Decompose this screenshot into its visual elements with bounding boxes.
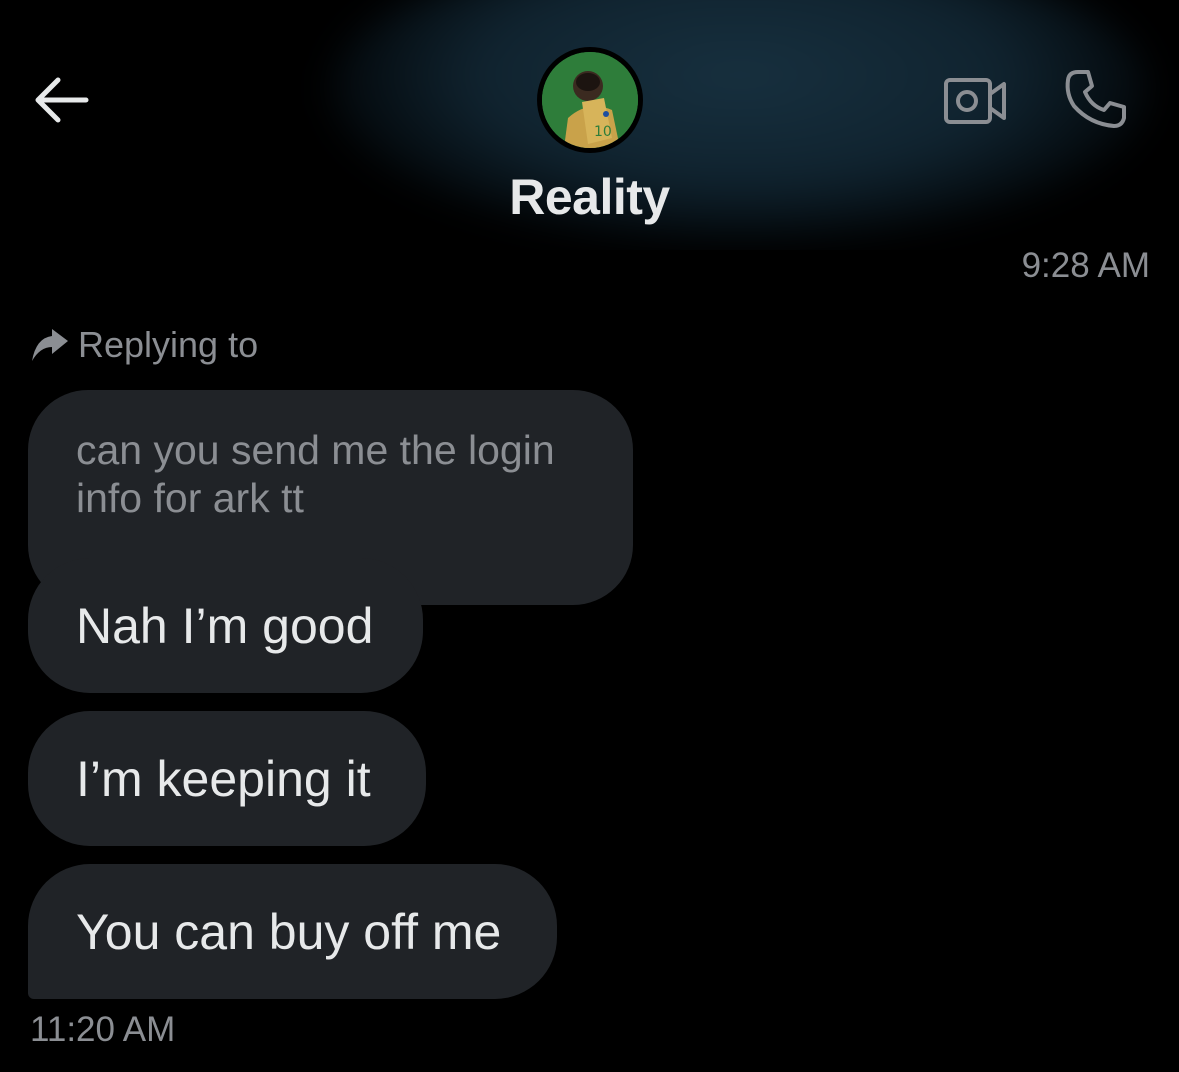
message-timestamp: 11:20 AM <box>30 1010 176 1049</box>
message-bubble[interactable]: Nah I’m good <box>28 558 423 693</box>
avatar[interactable]: 10 <box>537 47 643 153</box>
video-camera-icon <box>944 78 1006 124</box>
svg-text:10: 10 <box>594 124 612 140</box>
message-text: I’m keeping it <box>76 750 371 807</box>
message-timestamp: 9:28 AM <box>1021 246 1150 285</box>
reply-arrow-icon <box>32 329 68 361</box>
voice-call-button[interactable] <box>1060 64 1130 134</box>
replying-to-label: Replying to <box>30 322 258 368</box>
message-bubble[interactable]: I’m keeping it <box>28 711 426 846</box>
quoted-message-text: can you send me the login info for ark t… <box>76 427 555 521</box>
back-button[interactable] <box>28 70 94 130</box>
phone-icon <box>1065 70 1126 128</box>
contact-name[interactable]: Reality <box>0 168 1179 226</box>
message-bubble[interactable]: You can buy off me <box>28 864 557 999</box>
replying-to-text: Replying to <box>78 324 259 365</box>
video-call-button[interactable] <box>940 72 1010 130</box>
message-text: You can buy off me <box>76 903 502 960</box>
avatar-image: 10 <box>542 52 638 148</box>
conversation-header: 10 Reality <box>0 0 1179 250</box>
back-arrow-icon <box>35 77 89 123</box>
message-text: Nah I’m good <box>76 597 374 654</box>
